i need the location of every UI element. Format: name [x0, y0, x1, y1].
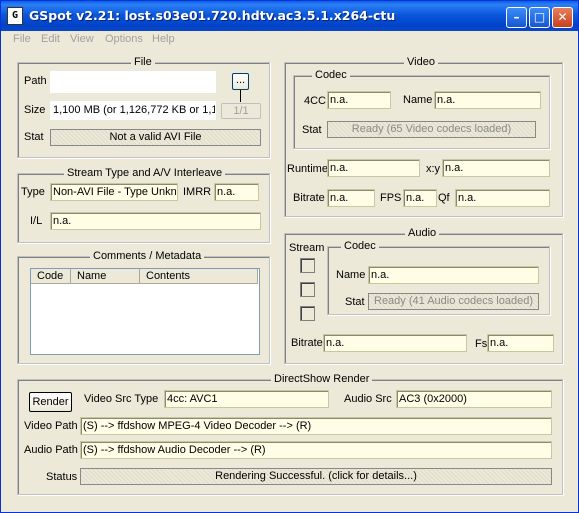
browse-button[interactable]: ... [232, 73, 249, 90]
comments-group-title: Comments / Metadata [90, 250, 205, 263]
path-field[interactable] [50, 71, 216, 93]
file-group-title: File [131, 56, 155, 69]
type-field: Non-AVI File - Type Unkn [50, 183, 178, 201]
window-title: GSpot v2.21: lost.s03e01.720.hdtv.ac3.5.… [29, 8, 396, 23]
audio-name-field: n.a. [368, 266, 539, 284]
column-contents[interactable]: Contents [140, 269, 258, 284]
video-stat-bar[interactable]: Ready (65 Video codecs loaded) [327, 121, 536, 138]
video-name-field: n.a. [434, 91, 541, 109]
il-label: I/L [30, 215, 43, 227]
file-stat-bar[interactable]: Not a valid AVI File [50, 129, 261, 146]
page-indicator[interactable]: 1/1 [221, 103, 261, 119]
audio-stat-label: Stat [345, 296, 365, 308]
imrr-field: n.a. [214, 183, 259, 201]
metadata-list[interactable]: Code Name Contents [30, 268, 260, 355]
audio-src-label: Audio Src [344, 393, 392, 405]
menu-help[interactable]: Help [152, 33, 175, 45]
audio-stat-bar[interactable]: Ready (41 Audio codecs loaded) [368, 293, 539, 310]
menu-edit[interactable]: Edit [41, 33, 60, 45]
video-stat-label: Stat [302, 124, 322, 136]
directshow-group: DirectShow Render Render Video Src Type … [17, 373, 563, 495]
menu-view[interactable]: View [70, 33, 94, 45]
stream-checkbox-2[interactable] [300, 282, 315, 297]
title-bar[interactable]: G GSpot v2.21: lost.s03e01.720.hdtv.ac3.… [1, 1, 578, 31]
audio-codec-title: Codec [341, 240, 379, 253]
video-path-label: Video Path [24, 420, 78, 432]
fps-field: n.a. [403, 189, 437, 207]
stream-group: Stream Type and A/V Interleave Type Non-… [17, 167, 270, 243]
size-label: Size [24, 104, 46, 116]
close-button[interactable]: ✕ [552, 7, 573, 28]
stream-label: Stream [289, 242, 325, 254]
maximize-button[interactable]: □ [529, 7, 550, 28]
menu-bar: File Edit View Options Help [1, 31, 578, 49]
video-name-label: Name [403, 94, 433, 106]
video-bitrate-label: Bitrate [293, 192, 325, 204]
audio-path-field: (S) --> ffdshow Audio Decoder --> (R) [80, 441, 552, 459]
type-label: Type [21, 186, 45, 198]
stat-label: Stat [24, 131, 44, 143]
stream-checkbox-3[interactable] [300, 306, 315, 321]
stream-checkbox-1[interactable] [300, 258, 315, 273]
video-src-type-field: 4cc: AVC1 [164, 390, 329, 408]
il-field: n.a. [50, 212, 261, 230]
fs-label: Fs [475, 338, 488, 350]
video-group-title: Video [404, 56, 438, 69]
video-group: Video Codec 4CC n.a. Name n.a. Stat Read… [284, 56, 563, 217]
xy-label: x:y [426, 163, 441, 175]
xy-field: n.a. [442, 159, 550, 177]
fps-label: FPS [380, 192, 402, 204]
qf-label: Qf [438, 192, 450, 204]
minimize-button[interactable]: – [506, 7, 527, 28]
audio-bitrate-field: n.a. [323, 334, 467, 352]
file-group: File Path ... Size 1,100 MB (or 1,126,77… [17, 56, 270, 158]
audio-group: Audio Stream Codec Name n.a. Stat Ready … [284, 227, 563, 364]
render-status-bar[interactable]: Rendering Successful. (click for details… [80, 468, 552, 485]
maximize-icon: □ [533, 10, 546, 24]
audio-codec-box: Codec Name n.a. Stat Ready (41 Audio cod… [327, 240, 550, 315]
video-path-field: (S) --> ffdshow MPEG-4 Video Decoder -->… [80, 417, 552, 435]
close-icon: ✕ [557, 10, 568, 24]
qf-field: n.a. [455, 189, 550, 207]
audio-name-label: Name [336, 269, 366, 281]
column-name[interactable]: Name [71, 269, 140, 284]
audio-bitrate-label: Bitrate [291, 337, 323, 349]
audio-path-label: Audio Path [24, 444, 78, 456]
menu-options[interactable]: Options [105, 33, 143, 45]
fs-field: n.a. [487, 334, 554, 352]
status-label: Status [46, 471, 78, 483]
app-icon[interactable]: G [7, 7, 23, 25]
runtime-field: n.a. [327, 159, 420, 177]
video-codec-box: Codec 4CC n.a. Name n.a. Stat Ready (65 … [293, 69, 550, 149]
path-label: Path [24, 75, 47, 87]
directshow-group-title: DirectShow Render [271, 373, 373, 386]
size-field: 1,100 MB (or 1,126,772 KB or 1,1 [50, 101, 216, 120]
render-button[interactable]: Render [29, 392, 72, 412]
imrr-label: IMRR [183, 186, 212, 198]
menu-file[interactable]: File [13, 33, 31, 45]
fourcc-label: 4CC [304, 95, 327, 107]
connector-line [240, 90, 241, 102]
video-bitrate-field: n.a. [327, 189, 375, 207]
runtime-label: Runtime [287, 163, 328, 175]
audio-src-field: AC3 (0x2000) [396, 390, 552, 408]
video-src-type-label: Video Src Type [84, 393, 159, 405]
fourcc-field: n.a. [327, 91, 391, 109]
audio-group-title: Audio [405, 227, 440, 240]
video-codec-title: Codec [312, 69, 350, 82]
comments-group: Comments / Metadata Code Name Contents [17, 250, 270, 364]
minimize-icon: – [513, 10, 520, 24]
column-code[interactable]: Code [31, 269, 71, 284]
stream-group-title: Stream Type and A/V Interleave [64, 167, 226, 180]
gspot-window: G GSpot v2.21: lost.s03e01.720.hdtv.ac3.… [0, 0, 579, 513]
